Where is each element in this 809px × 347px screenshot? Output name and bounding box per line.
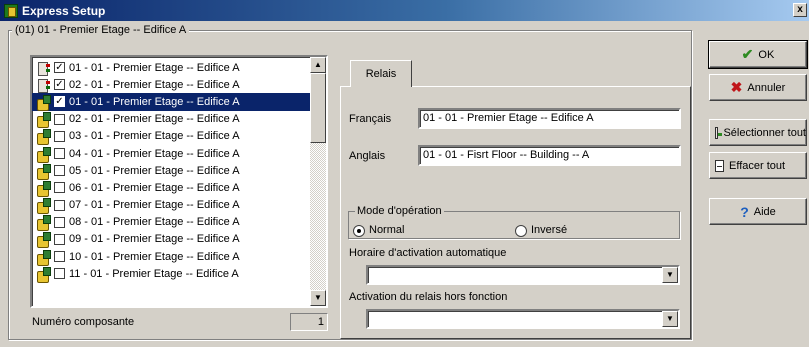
list-item[interactable]: 11 - 01 - Premier Etage -- Edifice A bbox=[32, 265, 311, 283]
list-item[interactable]: 07 - 01 - Premier Etage -- Edifice A bbox=[32, 197, 311, 215]
english-name-input[interactable]: 01 - 01 - Fisrt Floor -- Building -- A bbox=[418, 145, 681, 166]
scroll-thumb[interactable] bbox=[310, 73, 326, 143]
relay-hand-icon bbox=[36, 180, 52, 197]
relay-hand-icon bbox=[36, 129, 52, 146]
chevron-down-icon[interactable]: ▼ bbox=[662, 311, 678, 327]
item-checkbox[interactable] bbox=[54, 182, 65, 194]
item-checkbox[interactable]: ✓ bbox=[54, 96, 65, 108]
item-checkbox[interactable] bbox=[54, 251, 65, 263]
list-item[interactable]: 05 - 01 - Premier Etage -- Edifice A bbox=[32, 162, 311, 180]
help-label: Aide bbox=[753, 205, 776, 218]
item-checkbox[interactable] bbox=[54, 268, 65, 280]
inverse-radio-label: Inversé bbox=[531, 224, 568, 236]
help-button[interactable]: ? Aide bbox=[709, 198, 807, 225]
panel-icon bbox=[36, 61, 52, 76]
help-icon: ? bbox=[740, 203, 749, 220]
clear-all-button[interactable]: Effacer tout bbox=[709, 152, 807, 179]
ok-button[interactable]: ✔ OK bbox=[708, 40, 808, 69]
list-items: ✓ 01 - 01 - Premier Etage -- Edifice A ✓ 02… bbox=[32, 59, 311, 283]
list-item-label: 02 - 01 - Premier Etage -- Edifice A bbox=[69, 113, 240, 126]
list-item[interactable]: 04 - 01 - Premier Etage -- Edifice A bbox=[32, 145, 311, 163]
clear-all-label: Effacer tout bbox=[729, 159, 786, 172]
offline-activation-label: Activation du relais hors fonction bbox=[349, 291, 508, 303]
item-checkbox[interactable] bbox=[54, 233, 65, 245]
panel-icon bbox=[36, 78, 52, 93]
chevron-down-icon[interactable]: ▼ bbox=[662, 267, 678, 283]
list-item[interactable]: 03 - 01 - Premier Etage -- Edifice A bbox=[32, 128, 311, 146]
item-checkbox[interactable] bbox=[54, 130, 65, 142]
item-checkbox[interactable] bbox=[54, 148, 65, 160]
list-item-label: 07 - 01 - Premier Etage -- Edifice A bbox=[69, 199, 240, 212]
list-item-label: 03 - 01 - Premier Etage -- Edifice A bbox=[69, 130, 240, 143]
item-checkbox[interactable] bbox=[54, 113, 65, 125]
tab-relais[interactable]: Relais bbox=[350, 60, 412, 87]
list-item[interactable]: 02 - 01 - Premier Etage -- Edifice A bbox=[32, 111, 311, 129]
schedule-dropdown[interactable]: ▼ bbox=[366, 265, 680, 285]
list-scrollbar[interactable]: ▲ ▼ bbox=[310, 57, 326, 306]
relay-hand-icon bbox=[36, 232, 52, 249]
list-item-label: 06 - 01 - Premier Etage -- Edifice A bbox=[69, 181, 240, 194]
normal-radio-label: Normal bbox=[369, 224, 405, 236]
french-name-input[interactable]: 01 - 01 - Premier Etage -- Edifice A bbox=[418, 108, 681, 129]
english-label: Anglais bbox=[349, 150, 386, 162]
ok-label: OK bbox=[758, 48, 775, 61]
relay-hand-icon bbox=[36, 163, 52, 180]
list-item-label: 02 - 01 - Premier Etage -- Edifice A bbox=[69, 78, 240, 91]
scroll-down-button[interactable]: ▼ bbox=[310, 290, 326, 306]
cancel-button[interactable]: ✖ Annuler bbox=[709, 74, 807, 101]
relay-hand-icon bbox=[36, 266, 52, 283]
list-item[interactable]: 10 - 01 - Premier Etage -- Edifice A bbox=[32, 248, 311, 266]
scroll-up-button[interactable]: ▲ bbox=[310, 57, 326, 73]
item-checkbox[interactable] bbox=[54, 165, 65, 177]
app-icon bbox=[4, 3, 18, 18]
operation-mode-title: Mode d'opération bbox=[355, 205, 444, 217]
list-item[interactable]: 09 - 01 - Premier Etage -- Edifice A bbox=[32, 231, 311, 249]
cancel-x-icon: ✖ bbox=[730, 79, 743, 95]
list-item[interactable]: ✓ 01 - 01 - Premier Etage -- Edifice A bbox=[32, 93, 311, 111]
cancel-label: Annuler bbox=[747, 81, 786, 94]
relay-hand-icon bbox=[36, 215, 52, 232]
list-item-label: 01 - 01 - Premier Etage -- Edifice A bbox=[69, 61, 240, 74]
item-checkbox[interactable] bbox=[54, 216, 65, 228]
component-number-label: Numéro composante bbox=[32, 316, 135, 328]
clear-all-icon bbox=[715, 159, 724, 172]
relay-hand-icon bbox=[36, 198, 52, 215]
normal-radio[interactable] bbox=[353, 225, 365, 237]
offline-activation-dropdown[interactable]: ▼ bbox=[366, 309, 680, 329]
item-checkbox[interactable]: ✓ bbox=[54, 79, 65, 91]
close-button[interactable]: x bbox=[793, 3, 807, 17]
group-title: (01) 01 - Premier Etage -- Edifice A bbox=[12, 24, 190, 36]
relay-hand-icon bbox=[36, 249, 52, 266]
list-item-label: 10 - 01 - Premier Etage -- Edifice A bbox=[69, 250, 240, 263]
list-item-label: 01 - 01 - Premier Etage -- Edifice A bbox=[69, 95, 240, 108]
component-number-field: 1 bbox=[290, 313, 328, 331]
component-list[interactable]: ✓ 01 - 01 - Premier Etage -- Edifice A ✓ 02… bbox=[30, 55, 328, 308]
list-item[interactable]: 06 - 01 - Premier Etage -- Edifice A bbox=[32, 179, 311, 197]
list-item-label: 04 - 01 - Premier Etage -- Edifice A bbox=[69, 147, 240, 160]
schedule-label: Horaire d'activation automatique bbox=[349, 247, 507, 259]
list-item[interactable]: ✓ 02 - 01 - Premier Etage -- Edifice A bbox=[32, 76, 311, 93]
list-item[interactable]: ✓ 01 - 01 - Premier Etage -- Edifice A bbox=[32, 59, 311, 76]
list-item-label: 09 - 01 - Premier Etage -- Edifice A bbox=[69, 233, 240, 246]
item-checkbox[interactable] bbox=[54, 199, 65, 211]
select-all-button[interactable]: Sélectionner tout bbox=[709, 119, 807, 146]
window-title: Express Setup bbox=[22, 3, 106, 18]
inverse-radio[interactable] bbox=[515, 225, 527, 237]
list-item-label: 08 - 01 - Premier Etage -- Edifice A bbox=[69, 216, 240, 229]
list-item-label: 11 - 01 - Premier Etage -- Edifice A bbox=[69, 267, 239, 280]
french-label: Français bbox=[349, 113, 392, 125]
select-all-icon bbox=[715, 126, 724, 139]
list-item[interactable]: 08 - 01 - Premier Etage -- Edifice A bbox=[32, 214, 311, 232]
select-all-label: Sélectionner tout bbox=[723, 126, 806, 139]
relay-hand-icon bbox=[36, 112, 52, 129]
item-checkbox[interactable]: ✓ bbox=[54, 62, 65, 74]
relay-hand-icon bbox=[36, 146, 52, 163]
relay-hand-icon bbox=[36, 94, 52, 111]
list-item-label: 05 - 01 - Premier Etage -- Edifice A bbox=[69, 164, 240, 177]
title-bar: Express Setup x bbox=[0, 0, 809, 21]
checkmark-icon: ✔ bbox=[741, 46, 754, 62]
